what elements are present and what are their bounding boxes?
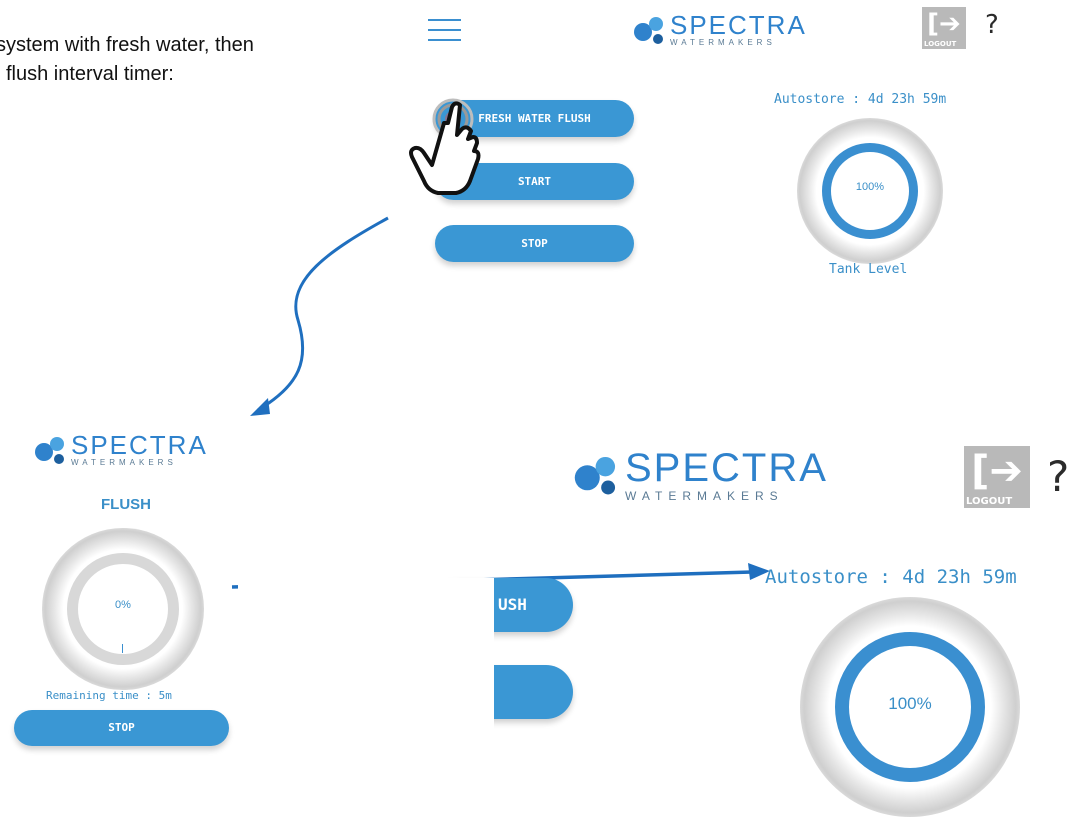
zoom-flush-label: USH [498, 595, 527, 614]
logout-label: LOGOUT [924, 40, 957, 48]
logo-subtitle: WATERMAKERS [625, 489, 784, 503]
logo: SPECTRA WATERMAKERS [632, 12, 807, 47]
logout-label: LOGOUT [966, 496, 1013, 507]
zoom-autostore-timer: Autostore : 4d 23h 59m [765, 566, 1017, 588]
zoom-logout-button[interactable]: [➔ LOGOUT [964, 446, 1030, 508]
zoom-tank-gauge: 100% [835, 632, 985, 782]
flush-gauge: 0% [67, 553, 179, 665]
logo-mark-icon [574, 456, 616, 495]
logo-mark-icon [35, 436, 64, 464]
logo-subtitle: WATERMAKERS [71, 458, 177, 467]
logout-button[interactable]: [➔ LOGOUT [922, 7, 966, 49]
curved-arrow-icon [250, 216, 389, 416]
tank-level-label: Tank Level [829, 262, 908, 277]
zoom-tank-percent: 100% [888, 694, 932, 713]
logo-brand: SPECTRA [71, 430, 208, 460]
stop-button[interactable]: STOP [435, 225, 634, 262]
zoom-logo: SPECTRA WATERMAKERS [572, 448, 828, 502]
remaining-time: Remaining time : 5m [46, 689, 172, 702]
instruction-line-2: flush interval timer: [6, 63, 174, 85]
logo-subtitle: WATERMAKERS [670, 38, 776, 47]
zoom-help-button[interactable]: ? [1047, 452, 1069, 501]
hand-pointer-icon [409, 98, 481, 195]
logo-mark-icon [634, 16, 663, 44]
tank-percent: 100% [855, 181, 885, 193]
panel-gap [238, 578, 494, 749]
help-button[interactable]: ? [985, 10, 999, 40]
logo-brand: SPECTRA [625, 446, 828, 490]
flush-logo: SPECTRA WATERMAKERS [33, 432, 208, 467]
autostore-timer: Autostore : 4d 23h 59m [774, 92, 947, 107]
instruction-text: system with fresh water, then flush inte… [0, 31, 256, 89]
instruction-line-1: system with fresh water, then [0, 34, 254, 56]
logout-icon: [➔ [927, 9, 961, 39]
flush-percent: 0% [115, 599, 131, 611]
tank-gauge: 100% [822, 143, 918, 239]
flush-title: FLUSH [101, 496, 151, 513]
flush-progress-tick [122, 644, 123, 653]
logout-icon: [➔ [971, 448, 1023, 494]
logo-brand: SPECTRA [670, 10, 807, 40]
flush-stop-button[interactable]: STOP [14, 710, 229, 746]
menu-icon[interactable] [428, 19, 461, 41]
